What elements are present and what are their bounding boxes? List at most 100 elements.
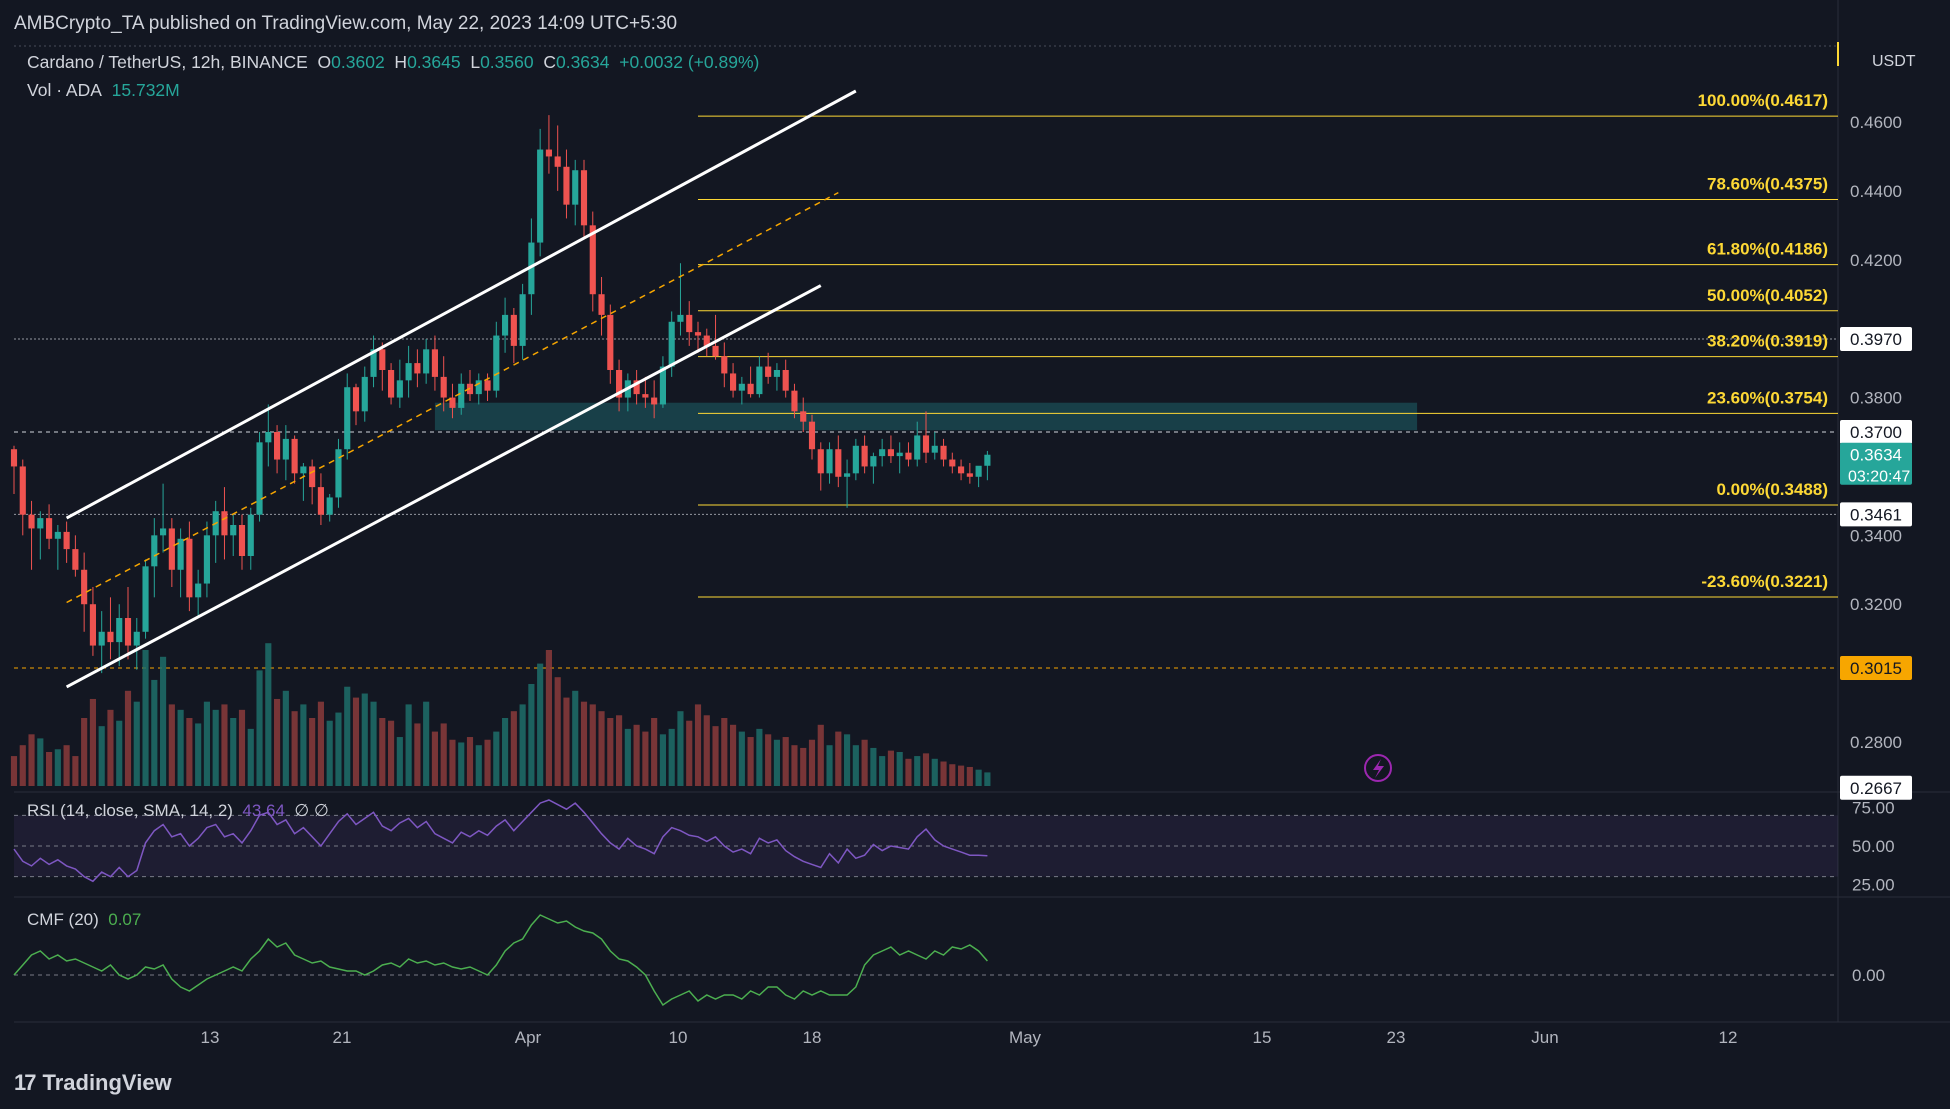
volume-bar (721, 718, 728, 786)
volume-bar (326, 720, 333, 786)
time-tick-label: 15 (1253, 1028, 1272, 1047)
candle-body (607, 314, 614, 370)
volume-bar (37, 738, 44, 786)
fib-level-label: 50.00%(0.4052) (1707, 286, 1828, 305)
volume-bar (440, 723, 447, 786)
volume-bar (238, 709, 246, 786)
volume-bar (747, 737, 754, 786)
volume-bar (484, 739, 491, 786)
volume-bar (905, 758, 912, 786)
cmf-tick-label: 0.00 (1852, 966, 1885, 985)
candle-body (545, 149, 552, 157)
rsi-tick-label: 25.00 (1852, 875, 1895, 894)
volume-bar (475, 745, 482, 786)
candle-body (256, 442, 263, 515)
candle-body (510, 314, 517, 346)
volume-bar (133, 701, 140, 786)
candle-body (896, 452, 903, 457)
volume-bar (572, 690, 579, 786)
volume-bar (230, 718, 237, 786)
candle-body (475, 380, 482, 395)
volume-bar (826, 745, 833, 786)
countdown-label: 03:20:47 (1848, 469, 1910, 486)
candle-body (230, 525, 237, 536)
candle-body (46, 518, 53, 539)
candle-body (668, 321, 675, 367)
candle-body (238, 525, 246, 556)
channel-lower-line (65, 284, 822, 689)
candle-body (686, 314, 693, 333)
candle-body (431, 349, 438, 377)
price-tick-label: 0.3800 (1850, 389, 1902, 408)
candle-body (160, 528, 167, 536)
volume-bar (563, 697, 570, 786)
fib-level-label: 0.00%(0.3488) (1716, 480, 1828, 499)
volume-bar (370, 701, 377, 786)
candle-body (10, 449, 18, 467)
candle-body (274, 432, 281, 460)
volume-bar (589, 704, 596, 786)
volume-bar (984, 772, 991, 786)
candle-body (361, 376, 368, 412)
candle-body (782, 370, 789, 391)
volume-bar (203, 701, 210, 786)
volume-bar (449, 739, 456, 786)
fib-level-label: 23.60%(0.3754) (1707, 388, 1828, 407)
volume-bar (765, 734, 772, 786)
candle-body (265, 432, 272, 443)
candle-body (28, 514, 35, 529)
volume-bar (791, 745, 798, 786)
candle-body (344, 387, 351, 450)
rsi-tick-label: 50.00 (1852, 837, 1895, 856)
candle-body (107, 631, 114, 643)
price-tick-label: 0.4600 (1850, 113, 1902, 132)
channel-upper-line (65, 89, 857, 520)
volume-bar (528, 684, 535, 786)
price-axis-label: 0.3970 (1850, 330, 1902, 349)
candle-body (195, 583, 202, 598)
candle-body (580, 170, 588, 226)
cmf-label[interactable]: CMF (20) (27, 910, 99, 929)
currency-label: USDT (1872, 53, 1916, 70)
candle-body (747, 383, 754, 395)
candle-body (694, 332, 702, 336)
tradingview-logo: 17 (14, 1070, 37, 1095)
volume-bar (72, 756, 79, 786)
candle-body (879, 449, 886, 457)
volume-bar (861, 739, 868, 786)
time-tick-label: 13 (201, 1028, 220, 1047)
volume-bar (624, 728, 631, 786)
volume-bar (879, 756, 886, 786)
candle-body (300, 466, 307, 474)
candle-body (861, 445, 868, 467)
candle-body (19, 466, 26, 515)
volume-bar (335, 712, 342, 786)
candle-body (852, 445, 859, 474)
lightning-bolt-icon (1373, 759, 1384, 778)
tradingview-brand[interactable]: 17 TradingView (14, 1070, 172, 1096)
rsi-label[interactable]: RSI (14, close, SMA, 14, 2) (27, 801, 233, 820)
rsi-extra: ∅ ∅ (294, 801, 329, 820)
volume-bar (914, 756, 921, 786)
price-tick-label: 0.4200 (1850, 251, 1902, 270)
price-chart[interactable]: USDT 0.4600 0.4400 0.4200 0.3800 0.3400 0.3200… (0, 0, 1950, 1109)
candle-body (931, 445, 938, 453)
candle-body (54, 531, 61, 539)
candle-body (677, 314, 684, 322)
fib-level-label: 38.20%(0.3919) (1707, 332, 1828, 351)
volume-bar (835, 731, 842, 786)
candle-body (730, 373, 737, 391)
volume-bar (221, 704, 228, 786)
volume-bar (870, 747, 877, 786)
volume-bar (344, 686, 351, 786)
volume-bar (896, 752, 903, 786)
volume-bar (361, 693, 368, 786)
volume-bar (800, 747, 807, 786)
candle-body (922, 435, 930, 453)
time-tick-label: May (1009, 1028, 1042, 1047)
candle-body (186, 538, 193, 598)
volume-bar (730, 724, 737, 786)
candle-body (984, 454, 991, 466)
candle-body (379, 349, 386, 370)
candle-body (914, 435, 921, 460)
